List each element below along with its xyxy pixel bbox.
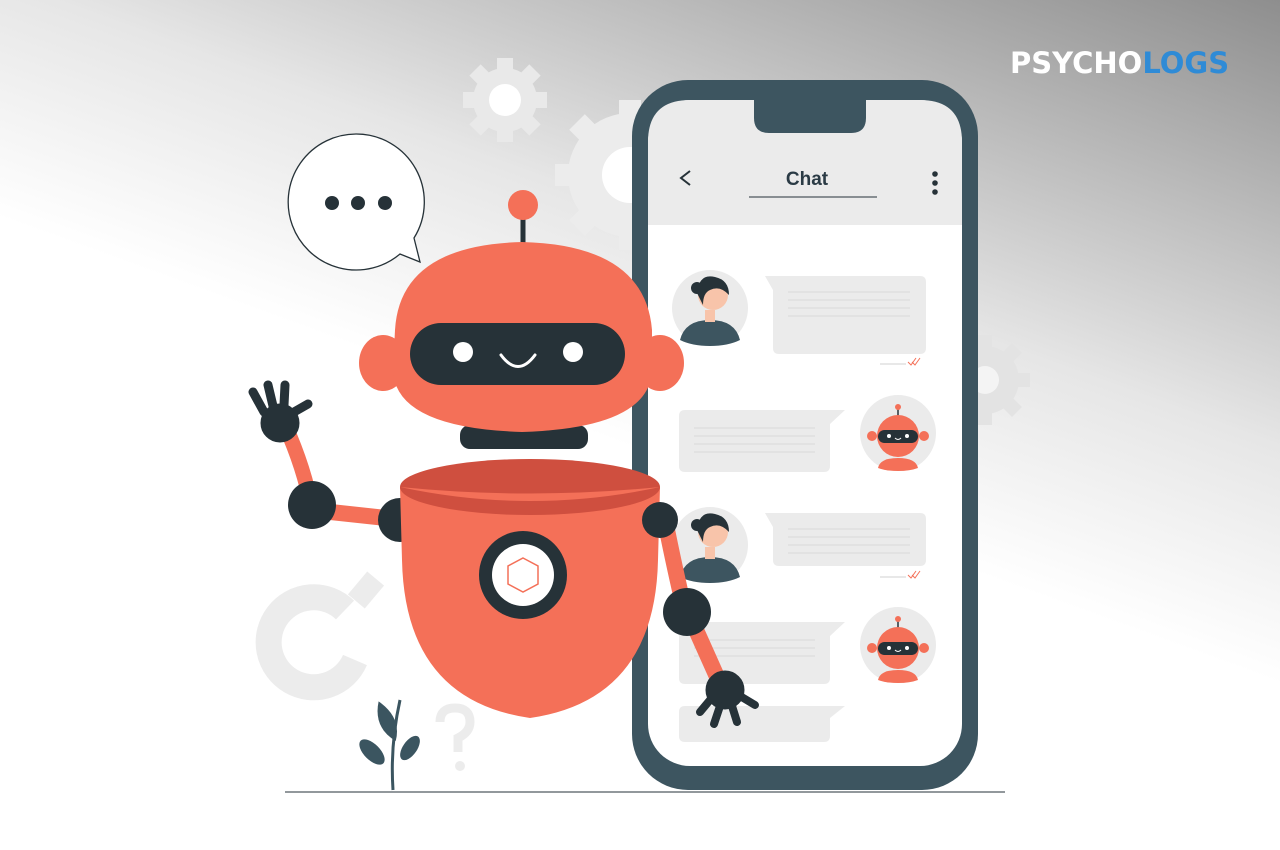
- chat-title: Chat: [786, 169, 829, 190]
- robot-avatar-icon: [860, 607, 936, 683]
- phone-mockup: Chat: [632, 80, 978, 790]
- robot-avatar-icon: [860, 395, 936, 471]
- chat-bubble: [765, 276, 926, 354]
- chatbot-illustration: Chat: [248, 58, 1030, 793]
- plant-icon: [359, 699, 420, 791]
- chat-bubble: [679, 410, 845, 472]
- question-mark-icon: [435, 703, 475, 771]
- robot-right-elbow: [663, 588, 711, 636]
- phone-notch: [754, 100, 866, 133]
- robot-antenna: [508, 190, 538, 220]
- gear-icon: [463, 58, 547, 142]
- robot-left-elbow: [288, 481, 336, 529]
- robot-visor: [410, 323, 625, 385]
- ellipsis-icon: [325, 196, 392, 210]
- question-mark-dot: [347, 571, 385, 609]
- chat-bubble: [765, 513, 926, 566]
- speech-bubble: [287, 133, 425, 271]
- more-options-button[interactable]: [932, 171, 938, 195]
- robot-waving-hand-icon: [248, 380, 313, 443]
- question-mark-icon: [255, 584, 367, 701]
- woman-avatar-icon: [672, 270, 748, 346]
